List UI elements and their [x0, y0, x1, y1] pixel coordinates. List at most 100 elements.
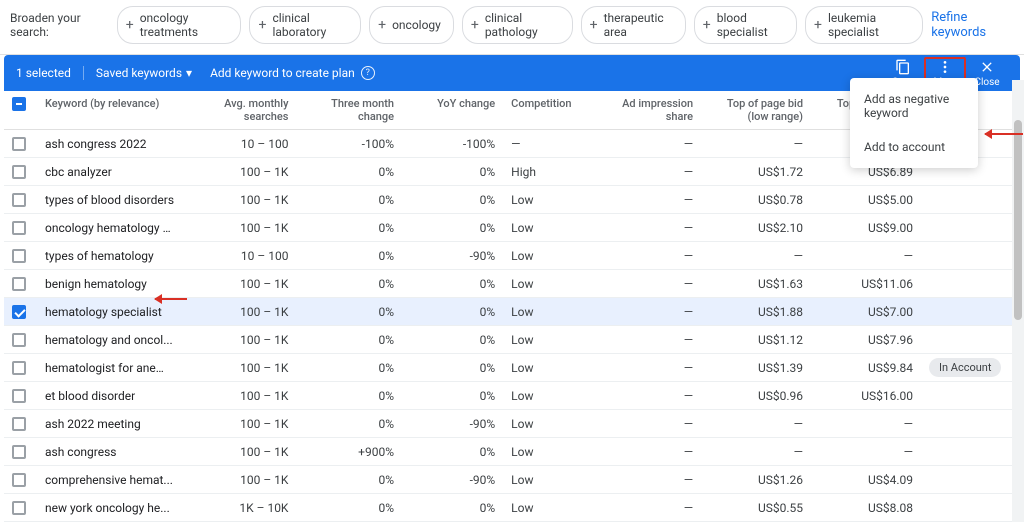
cell-tmc: 0%: [296, 326, 402, 354]
cell-competition: Low: [503, 326, 591, 354]
cell-bid-high: US$9.84: [811, 354, 921, 382]
chip-label: oncology: [392, 18, 441, 32]
cell-account: [921, 326, 1020, 354]
row-checkbox[interactable]: [12, 137, 26, 151]
table-row[interactable]: types of hematology10 – 1000%-90%Low———: [4, 242, 1020, 270]
table-row[interactable]: comprehensive hemat...100 – 1K0%-90%Low—…: [4, 466, 1020, 494]
row-checkbox[interactable]: [12, 389, 26, 403]
cell-ams: 100 – 1K: [182, 158, 296, 186]
row-checkbox[interactable]: [12, 249, 26, 263]
cell-impression: —: [591, 326, 701, 354]
cell-impression: —: [591, 438, 701, 466]
cell-impression: —: [591, 242, 701, 270]
cell-bid-high: US$5.00: [811, 186, 921, 214]
col-keyword[interactable]: Keyword (by relevance): [37, 91, 182, 130]
row-checkbox[interactable]: [12, 305, 26, 319]
annotation-arrow-row: [155, 298, 187, 300]
broaden-chip[interactable]: +blood specialist: [694, 6, 797, 44]
cell-bid-low: US$1.26: [701, 466, 811, 494]
cell-competition: Low: [503, 298, 591, 326]
refine-keywords-link[interactable]: Refine keywords: [931, 10, 1014, 40]
col-ams[interactable]: Avg. monthly searches: [182, 91, 296, 130]
select-all-checkbox[interactable]: [12, 97, 26, 111]
col-bid-low[interactable]: Top of page bid (low range): [701, 91, 811, 130]
in-account-badge: In Account: [929, 358, 1002, 377]
cell-yoy: 0%: [402, 494, 503, 522]
broaden-chip[interactable]: +oncology treatments: [117, 6, 242, 44]
table-row[interactable]: et blood disorder100 – 1K0%0%Low—US$0.96…: [4, 382, 1020, 410]
cell-impression: —: [591, 410, 701, 438]
table-row[interactable]: ash congress100 – 1K+900%0%Low———: [4, 438, 1020, 466]
cell-ams: 10 – 100: [182, 242, 296, 270]
cell-yoy: -90%: [402, 410, 503, 438]
cell-keyword: cbc analyzer: [37, 158, 182, 186]
table-row[interactable]: hematology and oncol...100 – 1K0%0%Low—U…: [4, 326, 1020, 354]
cell-bid-low: US$1.72: [701, 158, 811, 186]
cell-tmc: 0%: [296, 382, 402, 410]
row-checkbox[interactable]: [12, 221, 26, 235]
plus-icon: +: [814, 18, 822, 32]
table-row[interactable]: new york oncology he...1K – 10K0%0%Low—U…: [4, 494, 1020, 522]
close-label: Close: [974, 77, 999, 88]
cell-impression: —: [591, 130, 701, 158]
chip-label: clinical laboratory: [272, 11, 348, 39]
col-tmc[interactable]: Three month change: [296, 91, 402, 130]
row-checkbox[interactable]: [12, 361, 26, 375]
plus-icon: +: [126, 18, 134, 32]
chevron-down-icon: ▾: [186, 66, 192, 80]
col-competition[interactable]: Competition: [503, 91, 591, 130]
cell-bid-high: US$7.00: [811, 298, 921, 326]
cell-tmc: 0%: [296, 298, 402, 326]
cell-keyword: oncology hematology a...: [37, 214, 182, 242]
broaden-chip[interactable]: +leukemia specialist: [805, 6, 923, 44]
cell-impression: —: [591, 354, 701, 382]
table-row[interactable]: oncology hematology a...100 – 1K0%0%Low—…: [4, 214, 1020, 242]
cell-impression: —: [591, 494, 701, 522]
col-impression[interactable]: Ad impression share: [591, 91, 701, 130]
row-checkbox[interactable]: [12, 473, 26, 487]
saved-keywords-dropdown[interactable]: Saved keywords ▾: [96, 66, 192, 80]
chip-label: blood specialist: [717, 11, 784, 39]
selected-count: 1 selected: [16, 66, 84, 80]
cell-competition: Low: [503, 382, 591, 410]
table-row[interactable]: hematologist for anemia100 – 1K0%0%Low—U…: [4, 354, 1020, 382]
row-checkbox[interactable]: [12, 445, 26, 459]
broaden-chip[interactable]: + oncology: [369, 6, 454, 44]
cell-ams: 100 – 1K: [182, 298, 296, 326]
row-checkbox[interactable]: [12, 417, 26, 431]
menu-add-negative[interactable]: Add as negative keyword: [850, 82, 978, 130]
row-checkbox[interactable]: [12, 193, 26, 207]
cell-account: [921, 214, 1020, 242]
cell-bid-high: —: [811, 242, 921, 270]
col-yoy[interactable]: YoY change: [402, 91, 503, 130]
row-checkbox[interactable]: [12, 333, 26, 347]
add-keyword-button[interactable]: Add keyword to create plan: [210, 66, 355, 80]
table-row[interactable]: types of blood disorders100 – 1K0%0%Low—…: [4, 186, 1020, 214]
cell-tmc: 0%: [296, 466, 402, 494]
row-checkbox[interactable]: [12, 501, 26, 515]
row-checkbox[interactable]: [12, 165, 26, 179]
scrollbar-thumb[interactable]: [1014, 120, 1022, 320]
cell-ams: 100 – 1K: [182, 214, 296, 242]
cell-tmc: +900%: [296, 438, 402, 466]
cell-account: [921, 298, 1020, 326]
plus-icon: +: [378, 18, 386, 32]
broaden-chip[interactable]: +clinical pathology: [462, 6, 573, 44]
vertical-scrollbar[interactable]: [1012, 80, 1024, 522]
menu-add-account[interactable]: Add to account: [850, 130, 978, 164]
cell-impression: —: [591, 214, 701, 242]
cell-bid-high: US$7.96: [811, 326, 921, 354]
cell-tmc: 0%: [296, 410, 402, 438]
row-checkbox[interactable]: [12, 277, 26, 291]
table-row[interactable]: ash 2022 meeting100 – 1K0%-90%Low———: [4, 410, 1020, 438]
broaden-chip[interactable]: +clinical laboratory: [249, 6, 361, 44]
cell-competition: Low: [503, 494, 591, 522]
saved-keywords-label: Saved keywords: [96, 66, 182, 80]
cell-impression: —: [591, 186, 701, 214]
help-icon[interactable]: ?: [361, 66, 375, 80]
copy-icon: [895, 59, 911, 75]
broaden-chip[interactable]: +therapeutic area: [581, 6, 686, 44]
cell-keyword: et blood disorder: [37, 382, 182, 410]
plus-icon: +: [590, 18, 598, 32]
cell-yoy: -100%: [402, 130, 503, 158]
